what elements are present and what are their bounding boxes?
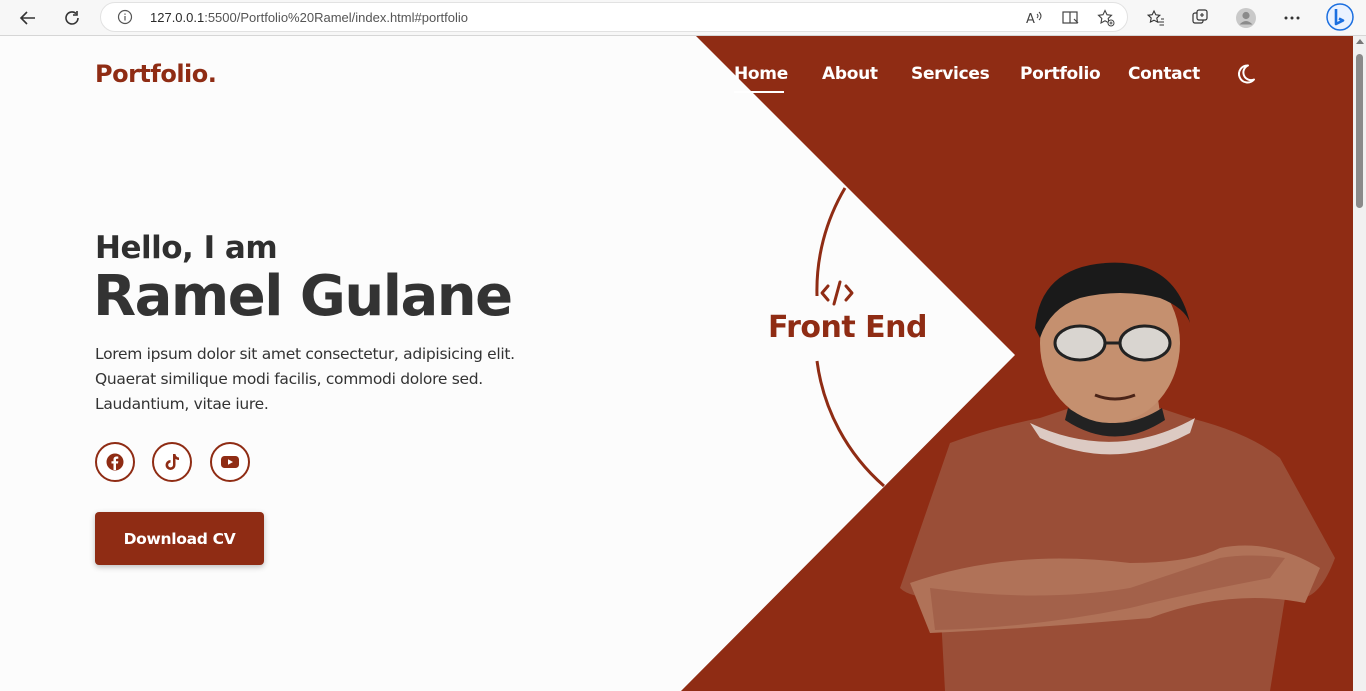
scroll-up-icon[interactable] bbox=[1356, 39, 1364, 44]
nav-active-indicator bbox=[734, 91, 784, 93]
profile-photo bbox=[900, 262, 1335, 691]
svg-text:A: A bbox=[1026, 12, 1035, 26]
favorites-icon[interactable] bbox=[1144, 6, 1168, 30]
tiktok-icon[interactable] bbox=[152, 442, 192, 482]
profile-avatar-icon[interactable] bbox=[1234, 6, 1258, 30]
hero-greeting: Hello, I am bbox=[95, 230, 278, 266]
address-bar[interactable]: 127.0.0.1:5500/Portfolio%20Ramel/index.h… bbox=[100, 2, 1128, 32]
more-options-icon[interactable] bbox=[1280, 6, 1304, 30]
bing-copilot-icon[interactable] bbox=[1326, 3, 1354, 31]
immersive-reader-icon[interactable] bbox=[1061, 8, 1081, 28]
moon-icon[interactable] bbox=[1233, 62, 1257, 86]
nav-contact[interactable]: Contact bbox=[1128, 64, 1200, 84]
read-aloud-icon[interactable]: A bbox=[1025, 8, 1045, 28]
scrollbar-thumb[interactable] bbox=[1356, 54, 1363, 208]
hero-description: Lorem ipsum dolor sit amet consectetur, … bbox=[95, 345, 515, 413]
nav-about[interactable]: About bbox=[822, 64, 878, 84]
code-icon bbox=[820, 280, 854, 306]
add-favorite-icon[interactable] bbox=[1096, 8, 1116, 28]
site-info-icon[interactable] bbox=[117, 9, 133, 30]
youtube-icon[interactable] bbox=[210, 442, 250, 482]
nav-portfolio[interactable]: Portfolio bbox=[1020, 64, 1101, 84]
url-text: 127.0.0.1:5500/Portfolio%20Ramel/index.h… bbox=[150, 10, 468, 25]
facebook-icon[interactable] bbox=[95, 442, 135, 482]
browser-toolbar: 127.0.0.1:5500/Portfolio%20Ramel/index.h… bbox=[0, 0, 1366, 36]
nav-services[interactable]: Services bbox=[911, 64, 990, 84]
nav-home[interactable]: Home bbox=[734, 64, 788, 84]
back-icon[interactable] bbox=[16, 6, 40, 30]
download-cv-button[interactable]: Download CV bbox=[95, 512, 264, 565]
page-scrollbar[interactable] bbox=[1353, 36, 1366, 691]
main-nav: Home About Services Portfolio Contact bbox=[0, 64, 1353, 94]
portfolio-page: Portfolio. Home About Services Portfolio… bbox=[0, 36, 1353, 691]
collections-icon[interactable] bbox=[1188, 6, 1212, 30]
hero-name: Ramel Gulane bbox=[93, 264, 513, 329]
refresh-icon[interactable] bbox=[60, 6, 84, 30]
